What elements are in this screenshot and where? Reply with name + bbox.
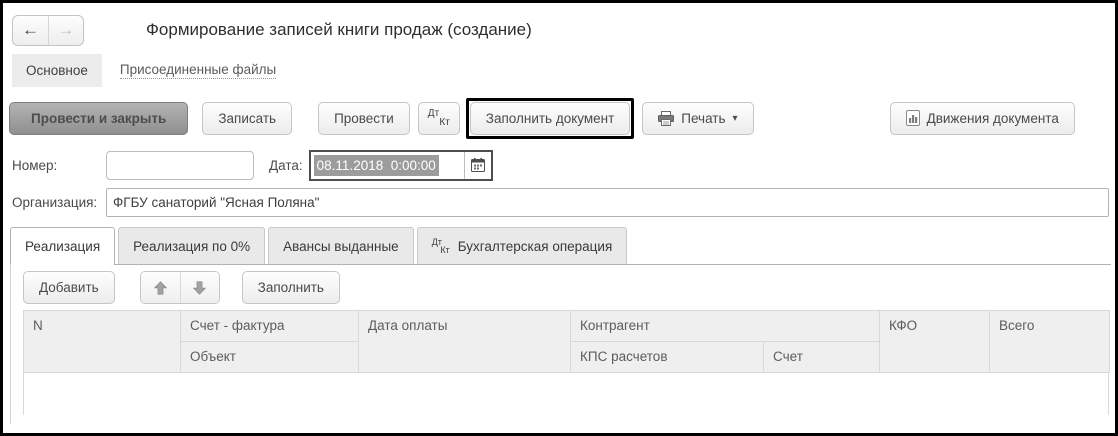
tab-realization-zero[interactable]: Реализация по 0% xyxy=(118,227,266,264)
fill-table-button[interactable]: Заполнить xyxy=(241,271,340,304)
column-header-kfo[interactable]: КФО xyxy=(879,310,990,373)
history-nav-group: ← → xyxy=(12,14,84,46)
tab-label: Реализация xyxy=(25,238,101,254)
date-value-selected: 08.11.2018 0:00:00 xyxy=(313,154,439,176)
post-and-close-button[interactable]: Провести и закрыть xyxy=(9,101,189,135)
column-header-counterparty[interactable]: Контрагент xyxy=(570,310,880,342)
dtkt-icon: Дт Кт xyxy=(431,237,450,255)
document-movements-label: Движения документа xyxy=(926,110,1059,126)
page-title: Формирование записей книги продаж (созда… xyxy=(146,20,532,39)
post-button[interactable]: Провести xyxy=(318,101,410,135)
document-window: ← → Формирование записей книги продаж (с… xyxy=(0,0,1118,436)
print-label: Печать xyxy=(681,110,726,126)
date-field[interactable]: 08.11.2018 0:00:00 xyxy=(308,149,493,181)
number-input[interactable] xyxy=(106,150,254,180)
number-date-row: Номер: Дата: 08.11.2018 0:00:00 xyxy=(3,149,1115,181)
section-link-attached-files[interactable]: Присоединенные файлы xyxy=(119,62,277,79)
tab-content-panel: Добавить Заполнить N Счет - фактура Дата… xyxy=(10,264,1111,424)
move-row-up-button[interactable] xyxy=(140,272,180,303)
organization-input[interactable] xyxy=(106,187,1109,217)
column-header-object[interactable]: Объект xyxy=(180,341,359,373)
arrow-up-icon xyxy=(153,280,167,295)
back-arrow-icon: ← xyxy=(22,20,39,39)
printer-icon xyxy=(658,110,675,126)
organization-row: Организация: xyxy=(3,186,1115,218)
document-movements-button[interactable]: Движения документа xyxy=(889,101,1075,135)
organization-label: Организация: xyxy=(12,194,98,210)
tab-advances-issued[interactable]: Авансы выданные xyxy=(268,227,414,264)
date-label: Дата: xyxy=(269,157,303,173)
dtkt-button[interactable]: Дт Кт xyxy=(417,101,460,135)
tab-label: Реализация по 0% xyxy=(133,238,251,254)
print-dropdown-icon: ▾ xyxy=(732,112,738,124)
back-button[interactable]: ← xyxy=(13,16,48,45)
calendar-picker-button[interactable] xyxy=(463,151,491,179)
print-button[interactable]: Печать ▾ xyxy=(642,101,754,135)
add-row-button[interactable]: Добавить xyxy=(23,271,115,304)
write-button[interactable]: Записать xyxy=(202,101,293,135)
dtkt-icon: Дт Кт xyxy=(427,108,450,128)
titlebar: ← → Формирование записей книги продаж (с… xyxy=(3,3,1115,49)
tab-label: Бухгалтерская операция xyxy=(457,238,613,254)
column-header-total[interactable]: Всего xyxy=(989,310,1110,373)
calendar-icon xyxy=(470,158,485,172)
column-header-invoice[interactable]: Счет - фактура xyxy=(180,310,359,342)
move-row-down-button[interactable] xyxy=(179,272,219,303)
sales-records-table-header: N Счет - фактура Дата оплаты Контрагент … xyxy=(23,310,1110,373)
forward-arrow-icon: → xyxy=(57,20,75,39)
tab-accounting-operation[interactable]: Дт Кт Бухгалтерская операция xyxy=(416,227,628,264)
command-toolbar: Провести и закрыть Записать Провести Дт … xyxy=(3,93,1115,143)
fill-document-highlight-box: Заполнить документ xyxy=(465,97,635,139)
fill-document-button[interactable]: Заполнить документ xyxy=(469,101,631,135)
table-body-empty[interactable] xyxy=(23,373,1109,415)
column-header-n[interactable]: N xyxy=(23,310,181,373)
number-label: Номер: xyxy=(12,157,58,173)
arrow-down-icon xyxy=(193,280,207,295)
section-tab-main[interactable]: Основное xyxy=(12,53,102,87)
section-tabs: Основное Присоединенные файлы xyxy=(3,51,1115,89)
column-header-kps[interactable]: КПС расчетов xyxy=(570,341,764,373)
column-header-payment-date[interactable]: Дата оплаты xyxy=(358,310,571,373)
document-movements-icon xyxy=(905,110,920,126)
document-tabstrip: Реализация Реализация по 0% Авансы выдан… xyxy=(3,227,1115,265)
forward-button[interactable]: → xyxy=(48,15,83,45)
row-reorder-group xyxy=(139,271,220,304)
column-header-account[interactable]: Счет xyxy=(763,341,880,373)
table-toolbar: Добавить Заполнить xyxy=(11,265,1111,310)
tab-realization[interactable]: Реализация xyxy=(10,227,116,265)
tab-label: Авансы выданные xyxy=(283,238,399,254)
